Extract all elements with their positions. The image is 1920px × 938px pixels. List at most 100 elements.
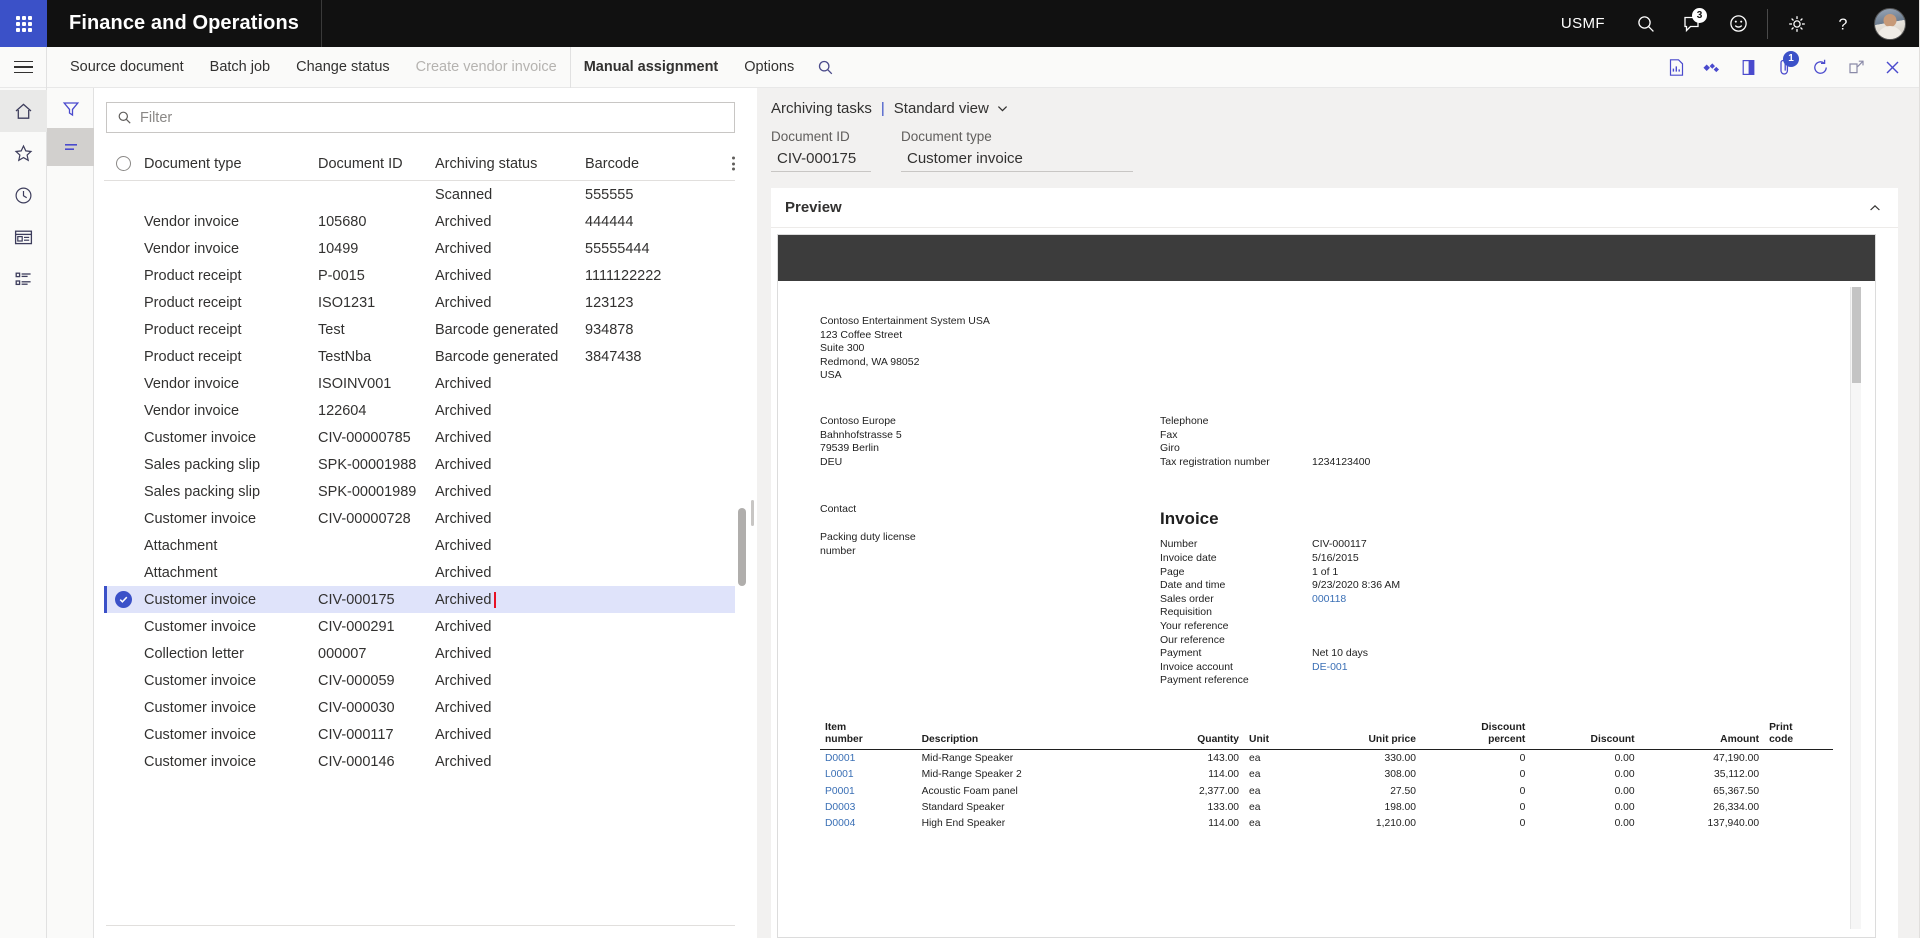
smiley-icon[interactable]	[1715, 0, 1761, 47]
cell-document-type: Sales packing slip	[144, 456, 261, 473]
table-row[interactable]: Product receipt Test Barcode generated 9348…	[104, 316, 735, 343]
table-row[interactable]: Vendor invoice 10499 Archived 55555444	[104, 235, 735, 262]
table-row[interactable]: Sales packing slip SPK-00001989 Archived	[104, 478, 735, 505]
share-icon[interactable]	[1694, 47, 1730, 88]
tab-manual-assignment[interactable]: Manual assignment	[569, 46, 732, 88]
tab-batch-job[interactable]: Batch job	[197, 47, 283, 88]
line-discount: 0.00	[1614, 818, 1635, 830]
close-icon[interactable]	[1874, 47, 1910, 88]
document-scrollbar-thumb[interactable]	[1852, 287, 1861, 383]
line-item-number[interactable]: L0001	[820, 766, 917, 782]
table-row[interactable]: Product receipt TestNba Barcode generated 3…	[104, 343, 735, 370]
table-row[interactable]: Customer invoice CIV-00000785 Archived	[104, 424, 735, 451]
invoice-meta-key: Requisition	[1160, 606, 1212, 619]
gear-icon[interactable]	[1774, 0, 1820, 47]
grid-filter-input[interactable]	[140, 109, 724, 126]
table-row[interactable]: Sales packing slip SPK-00001988 Archived	[104, 451, 735, 478]
column-header-document-type[interactable]: Document type	[140, 156, 318, 172]
table-row[interactable]: Customer invoice CIV-000030 Archived	[104, 694, 735, 721]
select-all-cell[interactable]	[106, 156, 140, 171]
line-discount-percent: 0	[1519, 752, 1526, 764]
table-row[interactable]: Customer invoice CIV-000059 Archived	[104, 667, 735, 694]
chevron-down-icon[interactable]	[996, 102, 1009, 115]
rail-item-favorites[interactable]	[0, 132, 47, 174]
cell-document-type: Attachment	[144, 564, 218, 581]
table-row[interactable]: Attachment Archived	[104, 559, 735, 586]
column-header-document-id[interactable]: Document ID	[318, 156, 435, 172]
cell-archiving-status: Archived	[435, 537, 492, 554]
open-in-new-icon[interactable]	[1838, 47, 1874, 88]
table-row: D0001 Mid-Range Speaker 143.00 ea 330.00 0 0.0…	[820, 749, 1833, 766]
line-item-number[interactable]: P0001	[820, 783, 917, 799]
table-row[interactable]: Scanned 555555	[104, 181, 735, 208]
action-search-icon[interactable]	[807, 47, 843, 88]
table-row[interactable]: Vendor invoice 105680 Archived 444444	[104, 208, 735, 235]
tab-change-status[interactable]: Change status	[283, 47, 403, 88]
refresh-icon[interactable]	[1802, 47, 1838, 88]
invoice-meta-key: Date and time	[1160, 579, 1226, 592]
grid-filter-box[interactable]	[106, 102, 735, 133]
panel-splitter[interactable]	[747, 88, 757, 938]
table-row[interactable]: Customer invoice CIV-000291 Archived	[104, 613, 735, 640]
chevron-up-icon[interactable]	[1868, 201, 1882, 215]
table-row[interactable]: Product receipt ISO1231 Archived 123123	[104, 289, 735, 316]
rail-item-workspaces[interactable]	[0, 216, 47, 258]
table-row[interactable]: Vendor invoice ISOINV001 Archived	[104, 370, 735, 397]
breadcrumb-archiving-tasks[interactable]: Archiving tasks	[771, 100, 872, 117]
report-icon[interactable]	[1658, 47, 1694, 88]
line-item-number[interactable]: D0001	[820, 749, 917, 766]
cell-document-id: P-0015	[318, 267, 365, 284]
cell-document-id: CIV-000146	[318, 753, 395, 770]
app-launcher-waffle-button[interactable]	[0, 0, 47, 47]
line-description: Standard Speaker	[921, 801, 1005, 813]
search-icon[interactable]	[1623, 0, 1669, 47]
invoice-meta-row: Page 1 of 1	[1160, 566, 1833, 580]
line-item-number[interactable]: D0004	[820, 815, 917, 831]
table-row[interactable]: Customer invoice CIV-000117 Archived	[104, 721, 735, 748]
field-value-document-type[interactable]: Customer invoice	[901, 147, 1133, 172]
preview-section-header[interactable]: Preview	[771, 188, 1898, 228]
column-header-archiving-status[interactable]: Archiving status	[435, 156, 585, 172]
line-discount: 0.00	[1614, 785, 1635, 797]
invoice-meta-key: Page	[1160, 565, 1185, 578]
field-value-document-id[interactable]: CIV-000175	[771, 147, 871, 172]
line-print-code	[1764, 749, 1833, 766]
line-item-number[interactable]: D0003	[820, 799, 917, 815]
cell-barcode: 934878	[585, 321, 634, 338]
table-row[interactable]: Vendor invoice 122604 Archived	[104, 397, 735, 424]
lines-view-icon[interactable]	[47, 128, 94, 166]
tab-options[interactable]: Options	[731, 47, 807, 88]
invoice-meta-value[interactable]: 000118	[1312, 593, 1346, 607]
table-row[interactable]: Collection letter 000007 Archived	[104, 640, 735, 667]
table-row[interactable]: Customer invoice CIV-000175 Archived	[104, 586, 735, 613]
book-icon[interactable]	[1730, 47, 1766, 88]
table-row[interactable]: Customer invoice CIV-000146 Archived	[104, 748, 735, 775]
table-row[interactable]: Attachment Archived	[104, 532, 735, 559]
rail-item-modules[interactable]	[0, 258, 47, 300]
breadcrumb-standard-view[interactable]: Standard view	[894, 100, 989, 117]
notifications-icon[interactable]: 3	[1669, 0, 1715, 47]
filter-funnel-icon[interactable]	[47, 90, 94, 128]
rail-item-recent[interactable]	[0, 174, 47, 216]
invoice-meta-value[interactable]: DE-001	[1312, 661, 1348, 675]
grid-options-icon[interactable]	[732, 154, 735, 173]
select-all-radio-icon[interactable]	[115, 156, 131, 171]
line-unit-price: 198.00	[1384, 801, 1416, 813]
contact-info-row: Tax registration number 1234123400	[1160, 456, 1833, 470]
question-mark-icon[interactable]: ?	[1820, 0, 1866, 47]
nav-menu-toggle[interactable]	[0, 46, 47, 88]
row-selected-check-icon[interactable]	[114, 591, 132, 608]
cell-document-type: Customer invoice	[144, 726, 257, 743]
column-header-barcode[interactable]: Barcode	[585, 156, 735, 172]
rail-item-home[interactable]	[0, 90, 47, 132]
row-select-cell[interactable]	[106, 591, 140, 608]
table-row[interactable]: Customer invoice CIV-00000728 Archived	[104, 505, 735, 532]
attachment-icon[interactable]: 1	[1766, 47, 1802, 88]
grid-vertical-scrollbar[interactable]	[738, 508, 746, 586]
tab-source-document[interactable]: Source document	[57, 47, 197, 88]
user-avatar[interactable]	[1874, 7, 1906, 40]
cell-document-type: Vendor invoice	[144, 375, 240, 392]
table-row[interactable]: Product receipt P-0015 Archived 1111122222	[104, 262, 735, 289]
document-scrollbar[interactable]	[1850, 287, 1861, 929]
company-selector[interactable]: USMF	[1543, 15, 1623, 32]
